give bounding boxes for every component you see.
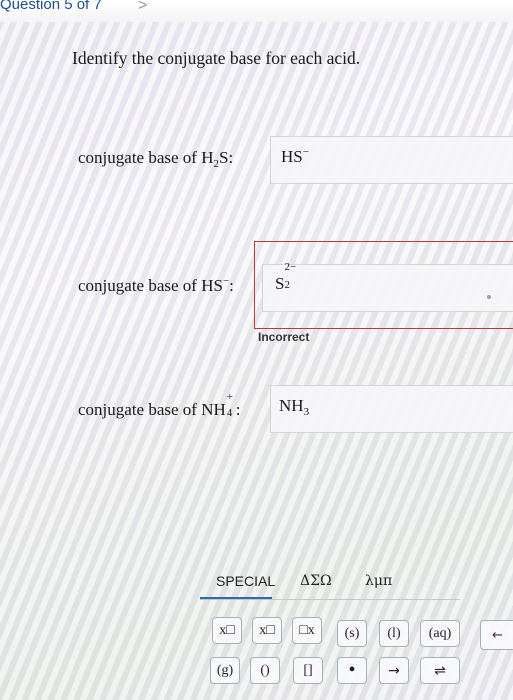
tab-divider	[200, 599, 460, 600]
question-prompt: Identify the conjugate base for each aci…	[72, 48, 361, 68]
top-bar: Question 5 of 7 >	[0, 0, 513, 22]
subscript-key[interactable]: x□	[252, 617, 282, 644]
superscript-key[interactable]: x□	[212, 617, 242, 644]
row-2-label: conjugate base of HS−:	[78, 275, 234, 295]
gas-state-key[interactable]: (g)	[210, 657, 240, 684]
parentheses-key[interactable]: ()	[250, 657, 280, 684]
row-1-label: conjugate base of H2S:	[78, 148, 234, 170]
answer-value-3: NH3	[279, 396, 310, 418]
tab-greek-lower[interactable]: λμπ	[365, 573, 392, 589]
row-3-label: conjugate base of NH +4:	[78, 391, 241, 419]
answer-value-1: HS−	[281, 146, 309, 166]
super-sub-key[interactable]: □x	[292, 617, 322, 644]
solid-state-key[interactable]: (s)	[337, 620, 367, 647]
equilibrium-arrow-key[interactable]: ⇌	[420, 657, 460, 684]
active-tab-indicator	[200, 597, 272, 599]
backspace-icon[interactable]: ←	[480, 620, 513, 650]
dot-key[interactable]: •	[337, 657, 367, 684]
answer-value-2: S 2− 2	[275, 261, 297, 293]
next-question-icon[interactable]: >	[138, 0, 147, 15]
brackets-key[interactable]: []	[293, 657, 323, 684]
feedback-incorrect: Incorrect	[258, 330, 310, 344]
question-counter: Question 5 of 7	[0, 0, 102, 13]
field-handle-icon	[487, 295, 491, 299]
tab-greek-upper[interactable]: ΔΣΩ	[300, 573, 332, 589]
reaction-arrow-key[interactable]: →	[379, 657, 409, 684]
aqueous-state-key[interactable]: (aq)	[420, 620, 460, 647]
tab-special[interactable]: SPECIAL	[216, 573, 275, 589]
liquid-state-key[interactable]: (l)	[379, 620, 409, 647]
